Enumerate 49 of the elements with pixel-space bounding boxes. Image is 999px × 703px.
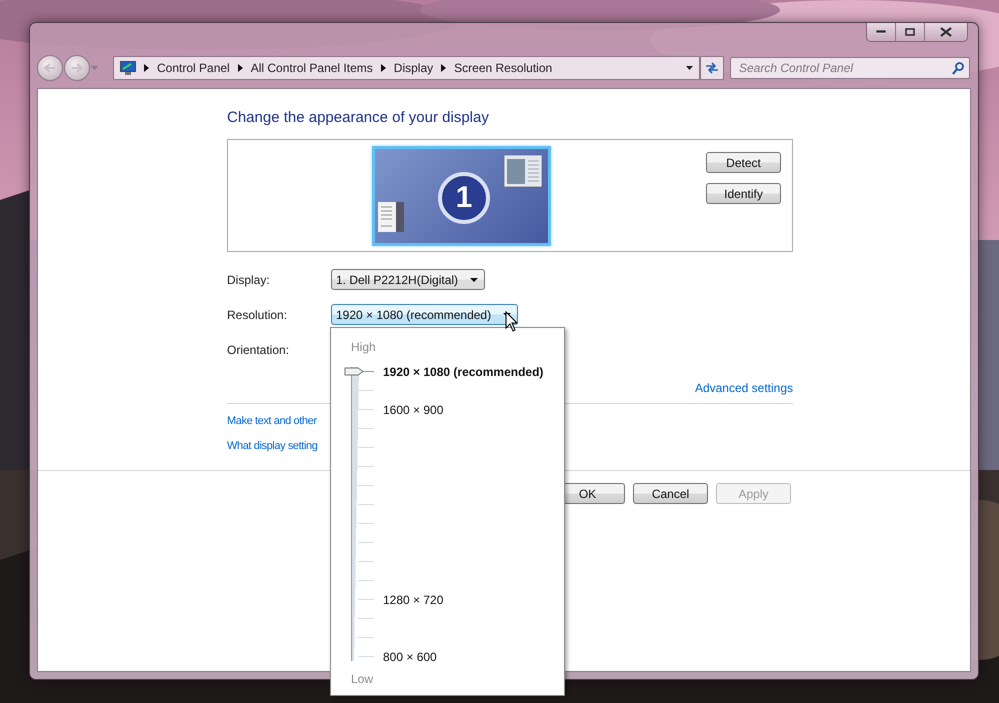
back-arrow-icon	[44, 63, 56, 73]
refresh-icon	[705, 62, 719, 74]
resolution-option[interactable]: 1920 × 1080 (recommended)	[383, 364, 544, 378]
dialog-button[interactable]: Cancel	[633, 483, 708, 504]
close-icon	[940, 27, 952, 37]
side-button[interactable]: Identify	[706, 183, 781, 204]
search-field[interactable]: Search Control Panel	[730, 57, 970, 79]
side-button[interactable]: Detect	[706, 152, 781, 173]
high-label: High	[351, 340, 377, 354]
monitor-number-badge: 1	[438, 172, 490, 224]
resolution-option[interactable]: 1280 × 720	[383, 592, 444, 606]
address-bar[interactable]: Control Panel All Control Panel Items Display Screen Resolution	[113, 56, 700, 80]
help-link[interactable]: Make text and other	[227, 415, 317, 427]
slider-thumb[interactable]	[344, 367, 364, 376]
chevron-icon	[238, 64, 243, 72]
dropdown[interactable]: 1920 × 1080 (recommended)	[331, 304, 518, 325]
chevron-icon	[144, 64, 149, 72]
monitor-thumbnail[interactable]: 1	[372, 146, 551, 246]
window-drawing	[504, 155, 542, 187]
page-heading: Change the appearance of your display	[227, 109, 490, 127]
breadcrumb-item[interactable]: Screen Resolution	[454, 61, 552, 75]
breadcrumb-item[interactable]: Display	[394, 61, 434, 75]
field-label: Resolution:	[227, 308, 288, 322]
resolution-option[interactable]: 1600 × 900	[383, 402, 444, 416]
maximize-icon	[905, 28, 915, 36]
breadcrumb-item[interactable]: Control Panel	[157, 61, 230, 75]
breadcrumb-item[interactable]: All Control Panel Items	[250, 61, 373, 75]
advanced-settings-link[interactable]: Advanced settings	[694, 380, 793, 396]
field-label: Display:	[227, 272, 271, 286]
forward-arrow-icon	[71, 63, 83, 73]
chevron-icon	[380, 64, 386, 72]
field-label: Orientation:	[227, 342, 290, 356]
minimize-icon	[876, 30, 886, 34]
resolution-option[interactable]: 800 × 600	[383, 650, 437, 664]
low-label: Low	[351, 672, 374, 686]
chevron-icon	[441, 64, 446, 72]
monitor-icon	[120, 60, 136, 76]
caret-icon	[470, 278, 478, 282]
close-button[interactable]	[925, 23, 967, 41]
dropdown[interactable]: 1. Dell P2212H(Digital)	[331, 269, 486, 290]
minimize-button[interactable]	[867, 23, 896, 41]
help-link[interactable]: What display setting	[227, 440, 318, 452]
maximize-button[interactable]	[896, 23, 925, 41]
gadget-drawing	[378, 202, 404, 234]
back-button[interactable]	[37, 55, 63, 81]
refresh-button[interactable]	[700, 56, 724, 80]
dropdown-arrow-icon[interactable]	[686, 66, 693, 70]
search-icon[interactable]	[952, 62, 964, 75]
forward-button[interactable]	[64, 55, 90, 81]
